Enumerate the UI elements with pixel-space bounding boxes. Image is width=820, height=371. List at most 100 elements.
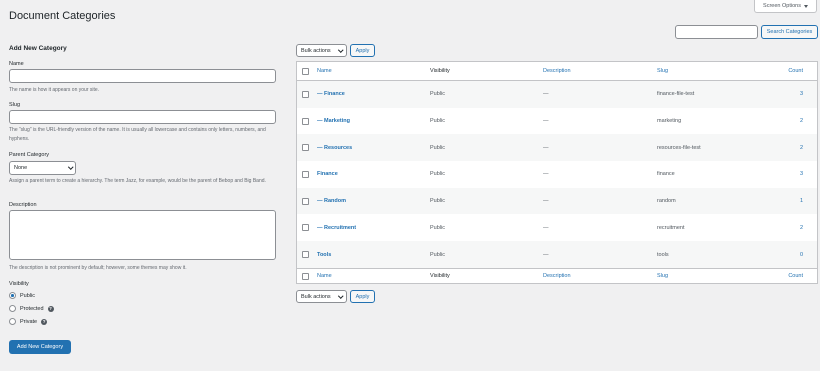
category-visibility: Public	[430, 91, 445, 98]
category-slug: resources-file-test	[657, 144, 701, 151]
category-visibility: Public	[430, 224, 445, 231]
category-count-link[interactable]: 0	[800, 252, 803, 258]
category-slug: marketing	[657, 118, 682, 125]
description-textarea[interactable]	[9, 210, 276, 260]
category-slug: tools	[657, 251, 669, 258]
visibility-label: Visibility	[9, 281, 29, 287]
column-name-header[interactable]: Name	[317, 68, 332, 74]
select-all-checkbox[interactable]	[302, 272, 309, 280]
table-row: — Marketing Public — marketing 2	[297, 108, 817, 135]
category-count-link[interactable]: 3	[800, 91, 803, 97]
visibility-private-option[interactable]: Private ?	[9, 318, 48, 325]
category-slug: recruitment	[657, 224, 685, 231]
category-name-link[interactable]: — Marketing	[317, 118, 350, 124]
category-name-link[interactable]: — Resources	[317, 145, 352, 151]
category-slug: random	[657, 198, 676, 205]
category-slug: finance-file-test	[657, 91, 695, 98]
category-description: —	[543, 171, 549, 178]
row-checkbox[interactable]	[302, 144, 309, 152]
category-description: —	[543, 251, 549, 258]
radio-unchecked-icon[interactable]	[9, 305, 16, 312]
category-count-link[interactable]: 3	[800, 171, 803, 177]
select-all-checkbox[interactable]	[302, 67, 309, 75]
bulk-actions-select-bottom[interactable]: Bulk actions	[296, 290, 347, 303]
column-description-header[interactable]: Description	[543, 68, 571, 74]
bulk-actions-label: Bulk actions	[301, 293, 331, 300]
bulk-actions-select-top[interactable]: Bulk actions	[296, 44, 347, 57]
row-checkbox[interactable]	[302, 251, 309, 259]
description-label: Description	[9, 202, 37, 208]
visibility-public-label: Public	[20, 292, 35, 299]
table-row: — Resources Public — resources-file-test…	[297, 134, 817, 162]
column-count-footer[interactable]: Count	[788, 273, 803, 279]
help-icon[interactable]: ?	[41, 318, 48, 325]
name-field[interactable]	[9, 69, 276, 83]
parent-category-label: Parent Category	[9, 152, 50, 158]
add-new-category-button[interactable]: Add New Category	[9, 340, 71, 354]
category-name-link[interactable]: Finance	[317, 171, 338, 177]
category-count-link[interactable]: 2	[800, 118, 803, 124]
form-title: Add New Category	[9, 45, 67, 52]
screen-options-label: Screen Options	[763, 3, 801, 9]
category-description: —	[543, 91, 549, 98]
slug-field[interactable]	[9, 110, 276, 124]
column-description-footer[interactable]: Description	[543, 273, 571, 279]
table-footer: Name Visibility Description Slug Count	[297, 268, 817, 283]
description-hint: The description is not prominent by defa…	[9, 265, 187, 271]
category-visibility: Public	[430, 198, 445, 205]
chevron-down-icon	[67, 164, 73, 170]
visibility-private-label: Private	[20, 318, 38, 325]
radio-checked-icon[interactable]	[9, 292, 16, 299]
parent-category-select[interactable]: None	[9, 161, 76, 175]
row-checkbox[interactable]	[302, 90, 309, 98]
name-label: Name	[9, 61, 24, 67]
table-row: — Recruitment Public — recruitment 2	[297, 215, 817, 242]
apply-button-top[interactable]: Apply	[350, 44, 375, 57]
chevron-down-icon	[337, 293, 343, 298]
search-input[interactable]	[675, 25, 758, 39]
row-checkbox[interactable]	[302, 197, 309, 205]
row-checkbox[interactable]	[302, 117, 309, 125]
category-name-link[interactable]: — Recruitment	[317, 225, 356, 231]
category-visibility: Public	[430, 251, 445, 258]
column-name-footer[interactable]: Name	[317, 273, 332, 279]
caret-down-icon	[803, 4, 808, 8]
column-count-header[interactable]: Count	[788, 68, 803, 74]
category-count-link[interactable]: 1	[800, 198, 803, 204]
help-icon[interactable]: ?	[47, 305, 54, 312]
column-slug-footer[interactable]: Slug	[657, 273, 668, 279]
apply-button-bottom[interactable]: Apply	[350, 290, 375, 303]
table-row: Finance Public — finance 3	[297, 161, 817, 188]
chevron-down-icon	[337, 47, 343, 52]
column-slug-header[interactable]: Slug	[657, 68, 668, 74]
visibility-protected-option[interactable]: Protected ?	[9, 305, 54, 312]
category-name-link[interactable]: — Finance	[317, 91, 345, 97]
category-name-link[interactable]: Tools	[317, 252, 331, 258]
category-slug: finance	[657, 171, 675, 178]
table-row: Tools Public — tools 0	[297, 241, 817, 268]
table-row: — Random Public — random 1	[297, 187, 817, 215]
visibility-public-option[interactable]: Public	[9, 292, 35, 299]
screen-options-button[interactable]: Screen Options	[754, 0, 817, 13]
page-title: Document Categories	[9, 10, 116, 22]
bulk-actions-label: Bulk actions	[301, 47, 331, 54]
category-visibility: Public	[430, 144, 445, 151]
table-header: Name Visibility Description Slug Count	[297, 62, 817, 81]
category-description: —	[543, 224, 549, 231]
column-visibility-footer: Visibility	[430, 273, 450, 279]
name-hint: The name is how it appears on your site.	[9, 87, 100, 93]
row-checkbox[interactable]	[302, 170, 309, 178]
search-categories-button[interactable]: Search Categories	[761, 25, 818, 39]
row-checkbox[interactable]	[302, 224, 309, 232]
category-name-link[interactable]: — Random	[317, 198, 346, 204]
parent-category-value: None	[14, 165, 28, 171]
category-count-link[interactable]: 2	[800, 145, 803, 151]
slug-hint: The “slug” is the URL-friendly version o…	[9, 127, 266, 142]
category-count-link[interactable]: 2	[800, 225, 803, 231]
category-visibility: Public	[430, 171, 445, 178]
visibility-protected-label: Protected	[20, 305, 44, 312]
parent-category-hint: Assign a parent term to create a hierarc…	[9, 178, 266, 184]
slug-label: Slug	[9, 102, 21, 108]
column-visibility-header: Visibility	[430, 68, 450, 74]
radio-unchecked-icon[interactable]	[9, 318, 16, 325]
